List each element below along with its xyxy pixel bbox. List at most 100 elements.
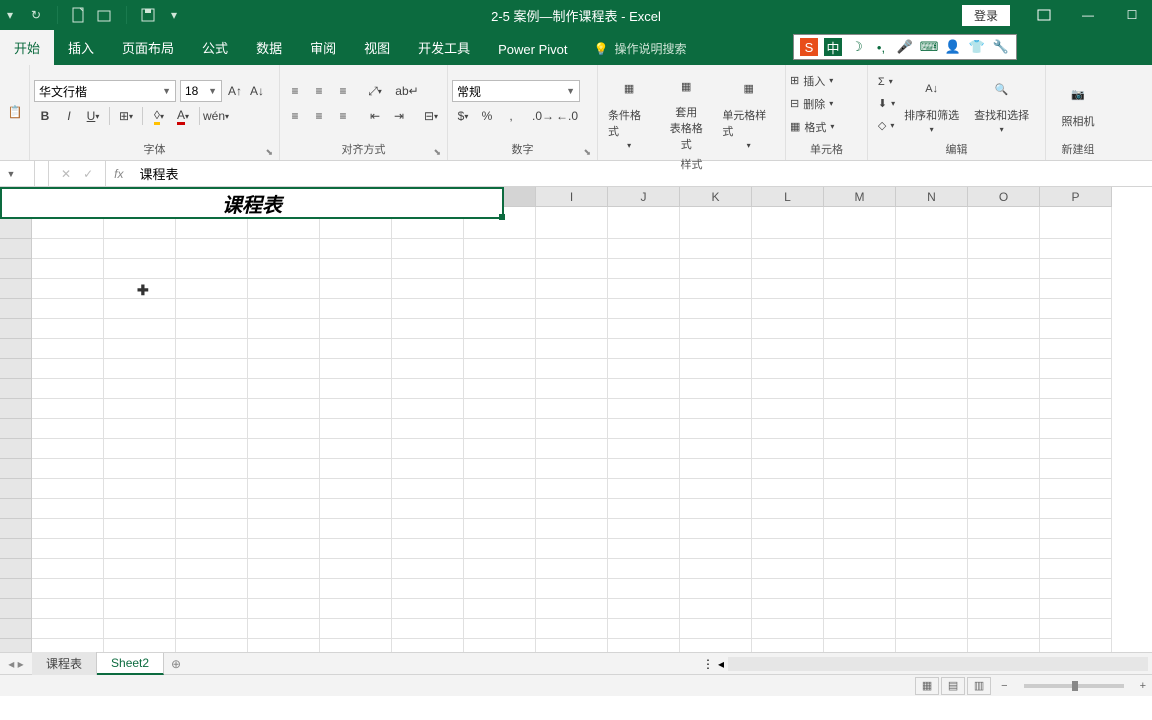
cell[interactable] [680,359,752,379]
row-header[interactable] [0,639,32,652]
cell[interactable] [176,339,248,359]
cell[interactable] [176,279,248,299]
cell[interactable] [896,499,968,519]
cell[interactable] [752,599,824,619]
row-header[interactable] [0,619,32,639]
cell[interactable] [320,339,392,359]
cell[interactable] [680,539,752,559]
cell[interactable] [392,279,464,299]
row-header[interactable] [0,499,32,519]
cell[interactable] [1040,519,1112,539]
zoom-slider[interactable] [1024,684,1124,688]
cell[interactable] [608,207,680,239]
cell[interactable] [464,539,536,559]
ime-keyboard-icon[interactable]: ⌨ [920,38,938,56]
fill-button[interactable]: ⬇ ▾ [878,94,895,114]
ime-tool-icon[interactable]: 🔧 [992,38,1010,56]
cell[interactable] [32,459,104,479]
cell[interactable] [824,639,896,652]
find-select-button[interactable]: 🔍查找和选择▾ [968,71,1035,136]
cell[interactable] [464,439,536,459]
name-box[interactable]: ▼ [0,161,35,186]
cell[interactable] [680,319,752,339]
cell[interactable] [608,419,680,439]
cell[interactable] [752,359,824,379]
cell[interactable] [248,279,320,299]
cell[interactable] [968,599,1040,619]
tab-data[interactable]: 数据 [242,30,296,65]
decrease-decimal-button[interactable]: ←.0 [556,105,578,127]
cell[interactable] [824,459,896,479]
ime-mic-icon[interactable]: 🎤 [896,38,914,56]
percent-button[interactable]: % [476,105,498,127]
row-header[interactable] [0,319,32,339]
cell[interactable] [320,379,392,399]
tell-me[interactable]: 💡 操作说明搜索 [594,32,687,65]
cell[interactable] [536,279,608,299]
cell[interactable] [752,479,824,499]
cell[interactable] [176,539,248,559]
cell[interactable] [1040,579,1112,599]
comma-button[interactable]: , [500,105,522,127]
cell[interactable] [104,259,176,279]
column-header-N[interactable]: N [896,187,968,207]
cell[interactable] [176,299,248,319]
cell[interactable] [392,339,464,359]
cell[interactable] [176,499,248,519]
cell[interactable] [752,299,824,319]
sheet-nav[interactable]: ◂ ▸ [0,657,32,671]
cell[interactable] [176,239,248,259]
cell[interactable] [968,339,1040,359]
cell[interactable] [32,439,104,459]
align-center-button[interactable]: ≡ [308,105,330,127]
cell[interactable] [824,559,896,579]
cell[interactable] [536,419,608,439]
tab-insert[interactable]: 插入 [54,30,108,65]
cell[interactable] [968,239,1040,259]
cell[interactable] [32,479,104,499]
cell[interactable] [680,479,752,499]
cell[interactable] [824,299,896,319]
cancel-icon[interactable]: ✕ [61,167,71,181]
sheet-tab-2[interactable]: Sheet2 [97,653,164,675]
cell[interactable] [968,579,1040,599]
fill-handle[interactable] [499,214,505,220]
cell[interactable] [392,639,464,652]
cell[interactable] [248,439,320,459]
cell[interactable] [752,439,824,459]
cell[interactable] [1040,639,1112,652]
zoom-out-button[interactable]: − [1001,680,1007,692]
cell[interactable] [104,419,176,439]
cell[interactable] [464,339,536,359]
cell[interactable] [464,359,536,379]
cell[interactable] [1040,459,1112,479]
cell[interactable] [32,499,104,519]
cell[interactable] [464,559,536,579]
cell[interactable] [824,379,896,399]
orientation-button[interactable]: ⤢▾ [364,80,386,102]
cell[interactable] [248,499,320,519]
cell[interactable] [1040,379,1112,399]
cell[interactable] [1040,299,1112,319]
cell[interactable] [608,339,680,359]
cell[interactable] [248,579,320,599]
cell[interactable] [320,419,392,439]
cell[interactable] [896,339,968,359]
shrink-font-button[interactable]: A↓ [248,80,266,102]
cell[interactable] [680,339,752,359]
sort-filter-button[interactable]: A↓排序和筛选▾ [898,71,965,136]
cell[interactable] [176,419,248,439]
cell[interactable] [1040,479,1112,499]
cell[interactable] [104,599,176,619]
cell[interactable] [176,259,248,279]
cell[interactable] [824,539,896,559]
view-normal-button[interactable]: ▦ [915,677,939,695]
cell[interactable] [680,299,752,319]
fill-color-button[interactable]: ◊▾ [148,105,170,127]
cell[interactable] [104,639,176,652]
cell[interactable] [752,519,824,539]
clear-button[interactable]: ◇ ▾ [878,116,895,136]
phonetic-button[interactable]: wén▾ [205,105,227,127]
cell[interactable] [896,299,968,319]
row-header[interactable] [0,559,32,579]
